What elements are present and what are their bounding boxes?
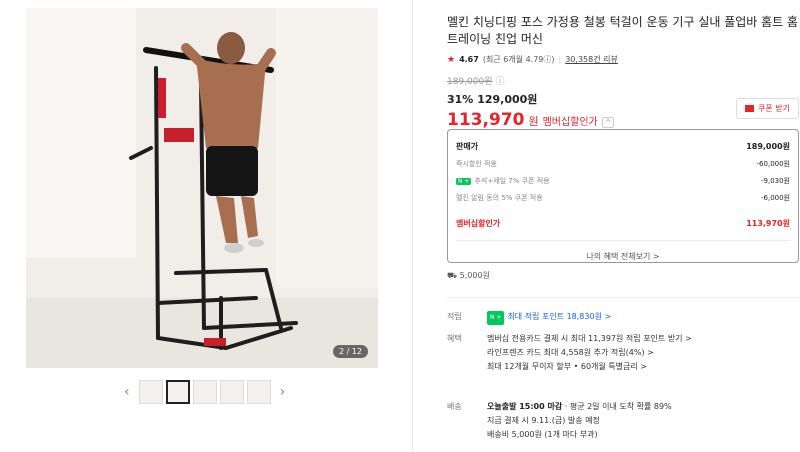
npay-point-icon: N + [487,311,505,325]
thumbnail-strip: ‹ › [118,380,291,404]
price-row: 즉시할인 적용 -60,000원 [456,159,790,168]
delivery-dispatch: 지금 결제 시 9.11.(금) 발송 예정 [487,416,600,425]
separator: | [558,55,562,64]
divider [456,240,790,241]
thumbnail-active[interactable] [165,380,190,404]
rating-score: 4.67 [459,55,479,64]
benefits-section: 혜택 멤버십 전용카드 결제 시 최대 11,397원 적립 포인트 받기 > … [447,332,799,376]
info-icon[interactable]: ⓘ [496,74,505,87]
points-link[interactable]: N + 최대 적립 포인트 18,830원 > [487,310,799,325]
image-counter: 2 / 12 [332,345,368,358]
thumbnail[interactable] [246,380,271,404]
chevron-left-icon[interactable]: ‹ [118,384,136,400]
price-row: N + 추석+세일 7% 쿠폰 적용 -9,030원 [456,176,790,185]
delivery-section: 배송 오늘출발 15:00 마감 · 평균 2일 이내 도착 확률 89% 지금… [447,400,799,444]
member-price-label: 멤버십할인가 [542,117,598,128]
delivery-fee: 배송비 5,000원 (1개 마다 부과) [487,430,598,439]
benefit-link[interactable]: 라인프렌즈 카드 최대 4,558원 추가 적립(4%) > [487,346,799,360]
info-icon[interactable]: ⓘ [543,55,551,64]
star-icon: ★ [447,54,456,65]
delivery-cutoff: 오늘출발 15:00 마감 [487,402,563,411]
product-info: 멜킨 치닝디핑 포스 가정용 철봉 턱걸이 운동 기구 실내 풀업바 홈트 홈트… [447,14,799,439]
chevron-up-icon[interactable]: ^ [601,117,615,128]
member-price-unit: 원 [528,115,539,128]
benefit-link[interactable]: 멤버십 전용카드 결제 시 최대 11,397원 적립 포인트 받기 > [487,332,799,346]
original-price: 189,000원 ⓘ [447,74,799,87]
thumbnail[interactable] [192,380,217,404]
points-label: 적립 [447,312,462,321]
view-all-benefits-link[interactable]: 나의 혜택 전체보기 > [456,251,790,262]
member-price: 113,970 [447,110,525,130]
benefits-label: 혜택 [447,334,462,343]
price-row-sale: 판매가 189,000원 [456,142,790,151]
benefits-list: 멤버십 전용카드 결제 시 최대 11,397원 적립 포인트 받기 > 라인프… [487,332,799,374]
thumbnail[interactable] [219,380,244,404]
points-section: 적립 N + 최대 적립 포인트 18,830원 > [447,310,799,325]
delivery-info: 오늘출발 15:00 마감 · 평균 2일 이내 도착 확률 89% 지금 결제… [487,400,799,442]
product-main-image[interactable]: 2 / 12 [26,8,378,368]
npay-badge-icon: N + [456,177,472,185]
thumbnail[interactable] [138,380,163,404]
divider [447,297,799,298]
price-row: 멜킨 알림 동의 5% 쿠폰 적용 -6,000원 [456,193,790,202]
rating-row: ★ 4.67 (최근 6개월 4.79ⓘ) | 30,358건 리뷰 [447,54,799,65]
price-row-total: 멤버십할인가 113,970원 [456,219,790,228]
coupon-button[interactable]: 쿠폰 받기 [736,98,799,119]
review-count-link[interactable]: 30,358건 리뷰 [565,54,618,65]
price-breakdown-box: 판매가 189,000원 즉시할인 적용 -60,000원 N + 추석+세일 7… [447,129,799,263]
discount-amount: 129,000원 [477,93,538,106]
shipping-fee: ⛟ 5,000원 [447,271,490,280]
column-divider [412,0,413,452]
truck-icon: ⛟ [447,271,458,280]
product-title: 멜킨 치닝디핑 포스 가정용 철봉 턱걸이 운동 기구 실내 풀업바 홈트 홈트… [447,15,799,46]
benefit-link[interactable]: 최대 12개월 무이자 할부 • 60개월 특별금리 > [487,360,799,374]
rating-detail: (최근 6개월 4.79ⓘ) [482,55,555,64]
product-photo [26,8,378,368]
coupon-icon [745,105,755,112]
discount-percent: 31% [447,93,474,106]
delivery-probability: · 평균 2일 이내 도착 확률 89% [562,402,672,411]
chevron-right-icon[interactable]: › [274,384,292,400]
delivery-label: 배송 [447,402,462,411]
